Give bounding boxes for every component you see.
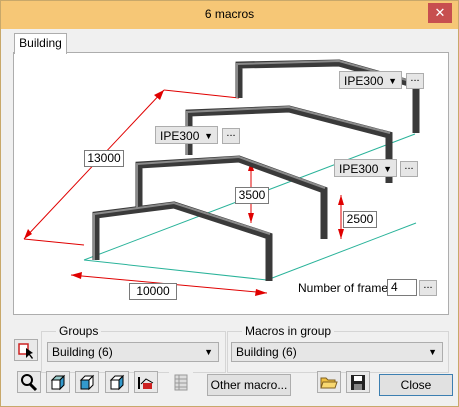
chevron-down-icon: ▼ <box>204 131 213 141</box>
chevron-down-icon: ▼ <box>383 164 392 174</box>
frame-tool-icon <box>138 377 154 389</box>
dim-arrow <box>248 213 254 223</box>
frames-browse-button[interactable]: ... <box>419 280 437 296</box>
ridge-height-input[interactable]: 3500 <box>235 187 269 204</box>
dim-length-ext-1 <box>23 238 85 246</box>
cube-icon <box>109 374 125 391</box>
building-drawing <box>23 59 420 296</box>
view-side-button[interactable] <box>75 371 99 393</box>
groups-legend: Groups <box>56 324 102 338</box>
view-top-button[interactable] <box>105 371 129 393</box>
dialog-window: 6 macros ✕ Building IPE300 ▼ ... IPE300 … <box>0 0 459 407</box>
dim-arrow <box>24 229 32 239</box>
dim-arrow <box>338 229 344 239</box>
tab-building[interactable]: Building <box>14 33 67 54</box>
macros-box: Macros in group Building (6) ▼ <box>227 324 449 373</box>
profile-browse-button-middle[interactable]: ... <box>222 128 240 144</box>
macro-tool-button[interactable] <box>134 371 158 393</box>
pointer-select-icon <box>18 343 33 359</box>
profile-value: IPE300 <box>160 129 200 143</box>
window-title: 6 macros <box>204 7 255 21</box>
close-window-button[interactable]: ✕ <box>428 3 452 23</box>
folder-open-icon <box>320 377 338 389</box>
magnifier-icon <box>21 374 38 392</box>
table-icon <box>174 374 188 391</box>
profile-browse-button-right[interactable]: ... <box>400 161 418 177</box>
frames-label: Number of frames: <box>298 281 398 295</box>
building-panel: IPE300 ▼ ... IPE300 ▼ ... IPE300 ▼ ... 1… <box>13 52 449 315</box>
open-button[interactable] <box>317 371 341 393</box>
floppy-disk-icon <box>351 375 365 390</box>
view-front-button[interactable] <box>46 371 70 393</box>
table-button <box>169 371 193 393</box>
profile-select-middle[interactable]: IPE300 ▼ <box>155 126 218 144</box>
groups-box: Groups Building (6) ▼ <box>41 324 226 373</box>
chevron-down-icon: ▼ <box>388 76 397 86</box>
select-pointer-button[interactable] <box>14 339 38 361</box>
length-input[interactable]: 13000 <box>84 150 124 167</box>
ground-line-front <box>83 259 268 281</box>
profile-select-back[interactable]: IPE300 ▼ <box>339 71 402 89</box>
profile-value: IPE300 <box>344 74 384 88</box>
macros-select[interactable]: Building (6) ▼ <box>231 342 443 362</box>
other-macro-button[interactable]: Other macro... <box>207 374 291 396</box>
chevron-down-icon: ▼ <box>428 347 437 357</box>
save-button[interactable] <box>346 371 370 393</box>
groups-selected: Building (6) <box>52 345 113 359</box>
dim-length-ext-2 <box>163 89 240 99</box>
frames-input[interactable]: 4 <box>387 279 417 296</box>
dim-arrow <box>255 289 267 296</box>
chevron-down-icon: ▼ <box>204 347 213 357</box>
macros-selected: Building (6) <box>236 345 297 359</box>
macros-legend: Macros in group <box>242 324 335 338</box>
cube-icon <box>79 374 95 391</box>
eave-height-input[interactable]: 2500 <box>343 211 377 228</box>
title-bar: 6 macros ✕ <box>1 1 458 29</box>
frame-1 <box>92 201 273 281</box>
profile-select-right[interactable]: IPE300 ▼ <box>334 159 397 177</box>
close-button[interactable]: Close <box>379 374 453 396</box>
dim-arrow <box>71 272 82 279</box>
zoom-button[interactable] <box>17 371 41 393</box>
width-input[interactable]: 10000 <box>129 283 177 300</box>
profile-browse-button-back[interactable]: ... <box>406 73 424 89</box>
profile-value: IPE300 <box>339 162 379 176</box>
groups-select[interactable]: Building (6) ▼ <box>47 342 219 362</box>
cube-icon <box>50 374 66 391</box>
dim-arrow <box>338 195 344 205</box>
